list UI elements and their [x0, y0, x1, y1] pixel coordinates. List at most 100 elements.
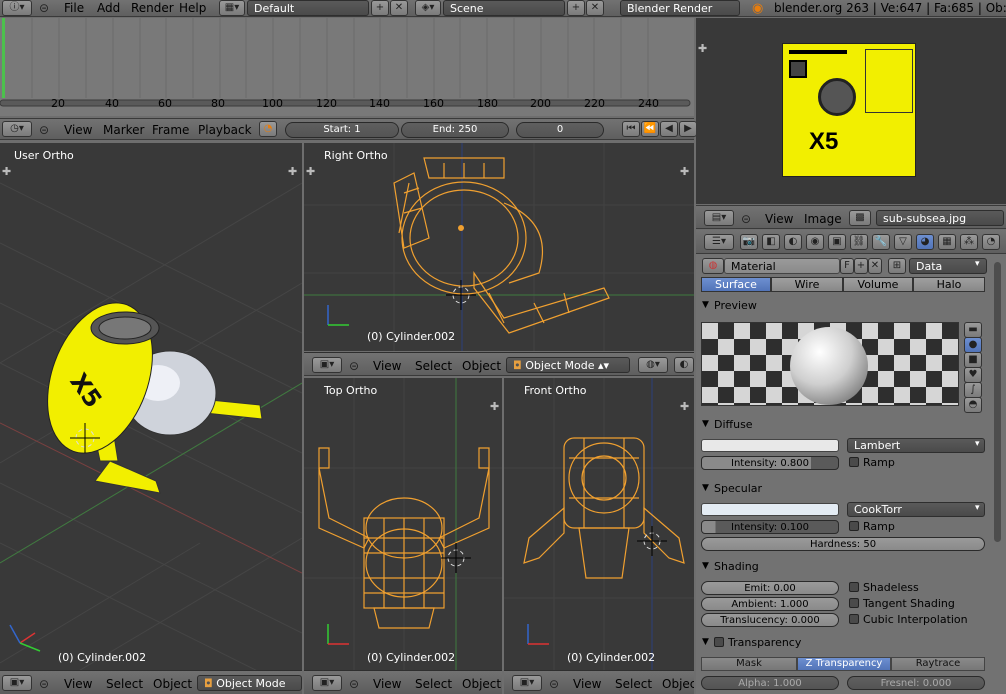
specular-color-swatch[interactable] [701, 503, 839, 516]
image-name-field[interactable]: sub-subsea.jpg [876, 210, 1004, 226]
unlink-material-button[interactable]: ✕ [868, 258, 882, 274]
jump-start-icon[interactable]: ⏮ [622, 121, 640, 137]
preview-sphere-icon[interactable]: ● [964, 337, 982, 353]
menu-render[interactable]: Render [131, 0, 174, 16]
menu-select[interactable]: Select [106, 676, 143, 692]
panel-collapse-icon[interactable]: ▼ [702, 300, 709, 310]
diffuse-shader-select[interactable]: Lambert [847, 438, 985, 453]
viewport-front-ortho[interactable]: Front Ortho ✚ (0) Cylinder.002 ▣▾ ⊝ View… [504, 378, 694, 694]
specular-shader-select[interactable]: CookTorr [847, 502, 985, 517]
menu-object[interactable]: Object [462, 676, 501, 692]
panel-collapse-icon[interactable]: ▼ [702, 483, 709, 493]
modifiers-context-icon[interactable]: 🔧 [872, 234, 890, 250]
collapse-menu-icon[interactable]: ⊝ [39, 0, 49, 16]
scene-context-icon[interactable]: ◐ [784, 234, 802, 250]
fresnel-field[interactable]: Fresnel: 0.000 [847, 676, 985, 690]
collapse-menu-icon[interactable]: ⊝ [39, 676, 49, 692]
jump-keyframe-back-icon[interactable]: ⏪ [641, 121, 659, 137]
viewport-top-ortho[interactable]: Top Ortho ✚ (0) Cylinder.002 ▣▾ ⊝ View S… [304, 378, 502, 694]
tab-halo[interactable]: Halo [913, 277, 985, 292]
tab-surface[interactable]: Surface [701, 277, 771, 292]
editor-type-properties-button[interactable]: ☰▾ [704, 234, 734, 250]
delete-scene-button[interactable]: ✕ [586, 0, 604, 16]
editor-type-info-button[interactable]: ⓘ▾ [2, 0, 32, 16]
menu-view[interactable]: View [373, 676, 401, 692]
world-context-icon[interactable]: ◉ [806, 234, 824, 250]
start-frame-field[interactable]: Start: 1 [285, 122, 399, 138]
transparency-raytrace-button[interactable]: Raytrace [891, 657, 985, 671]
menu-object[interactable]: Object [462, 358, 501, 374]
transparency-checkbox[interactable] [714, 637, 724, 647]
hardness-field[interactable]: Hardness: 50 [701, 537, 985, 551]
scene-field[interactable]: Scene [443, 0, 565, 16]
preview-range-icon[interactable]: ◔ [259, 121, 277, 137]
menu-select[interactable]: Select [615, 676, 652, 692]
delete-screen-button[interactable]: ✕ [390, 0, 408, 16]
menu-view[interactable]: View [573, 676, 601, 692]
menu-view[interactable]: View [765, 211, 793, 227]
layers-context-icon[interactable]: ◧ [762, 234, 780, 250]
diffuse-intensity-slider[interactable]: Intensity: 0.800 [701, 456, 839, 470]
properties-scrollbar[interactable] [994, 262, 1001, 542]
collapse-menu-icon[interactable]: ⊝ [349, 358, 359, 374]
split-area-icon[interactable]: ✚ [680, 165, 689, 178]
menu-add[interactable]: Add [97, 0, 120, 16]
physics-context-icon[interactable]: ◔ [982, 234, 1000, 250]
collapse-menu-icon[interactable]: ⊝ [39, 122, 49, 138]
mode-select[interactable]: ◘ Object Mode [197, 675, 302, 691]
add-screen-button[interactable]: + [371, 0, 389, 16]
specular-ramp-checkbox[interactable] [849, 521, 859, 531]
preview-cube-icon[interactable]: ■ [964, 352, 982, 368]
screen-layout-field[interactable]: Default [247, 0, 369, 16]
menu-playback[interactable]: Playback [198, 122, 252, 138]
emit-field[interactable]: Emit: 0.00 [701, 581, 839, 595]
screen-layout-icon[interactable]: ▦▾ [219, 0, 245, 16]
editor-type-3d-button[interactable]: ▣▾ [312, 675, 342, 691]
split-area-icon[interactable]: ✚ [490, 400, 499, 413]
menu-object[interactable]: Object [153, 676, 192, 692]
cubic-interpolation-checkbox[interactable] [849, 614, 859, 624]
panel-collapse-icon[interactable]: ▼ [702, 419, 709, 429]
add-material-button[interactable]: + [854, 258, 868, 274]
split-area-icon[interactable]: ✚ [698, 42, 707, 55]
collapse-menu-icon[interactable]: ⊝ [741, 211, 751, 227]
collapse-menu-icon[interactable]: ⊝ [349, 676, 359, 692]
diffuse-ramp-checkbox[interactable] [849, 457, 859, 467]
data-context-icon[interactable]: ▽ [894, 234, 912, 250]
editor-type-timeline-button[interactable]: ◷▾ [2, 121, 32, 137]
particles-context-icon[interactable]: ⁂ [960, 234, 978, 250]
specular-intensity-slider[interactable]: Intensity: 0.100 [701, 520, 839, 534]
menu-object[interactable]: Object [662, 676, 694, 692]
texture-context-icon[interactable]: ▦ [938, 234, 956, 250]
transparency-mask-button[interactable]: Mask [701, 657, 797, 671]
viewport-user-ortho[interactable]: X5 User Ortho ✚ ✚ (0) Cylinder.002 ▣▾ ⊝ … [0, 143, 302, 694]
end-frame-field[interactable]: End: 250 [401, 122, 509, 138]
split-area-icon[interactable]: ✚ [2, 165, 11, 178]
tab-volume[interactable]: Volume [843, 277, 913, 292]
fake-user-button[interactable]: F [840, 258, 854, 274]
menu-file[interactable]: File [64, 0, 84, 16]
material-name-field[interactable]: Material [724, 258, 840, 274]
image-editor-area[interactable]: ✚ X5 [696, 18, 1006, 204]
editor-type-3d-button[interactable]: ▣▾ [312, 357, 342, 373]
current-frame-field[interactable]: 0 [516, 122, 604, 138]
menu-select[interactable]: Select [415, 676, 452, 692]
preview-hair-icon[interactable]: ∫ [964, 382, 982, 398]
shadeless-checkbox[interactable] [849, 582, 859, 592]
translucency-field[interactable]: Translucency: 0.000 [701, 613, 839, 627]
editor-type-3d-button[interactable]: ▣▾ [512, 675, 542, 691]
play-reverse-icon[interactable]: ◀ [660, 121, 678, 137]
render-context-icon[interactable]: 📷 [740, 234, 758, 250]
pivot-icon[interactable]: ◐ [674, 357, 694, 373]
split-area-icon[interactable]: ✚ [680, 400, 689, 413]
play-icon[interactable]: ▶ [679, 121, 697, 137]
split-area-icon[interactable]: ✚ [306, 165, 315, 178]
menu-marker[interactable]: Marker [103, 122, 144, 138]
tab-wire[interactable]: Wire [771, 277, 843, 292]
menu-view[interactable]: View [64, 676, 92, 692]
alpha-field[interactable]: Alpha: 1.000 [701, 676, 839, 690]
menu-image[interactable]: Image [804, 211, 842, 227]
image-browse-icon[interactable]: ▩ [849, 210, 871, 226]
menu-view[interactable]: View [373, 358, 401, 374]
panel-collapse-icon[interactable]: ▼ [702, 561, 709, 571]
